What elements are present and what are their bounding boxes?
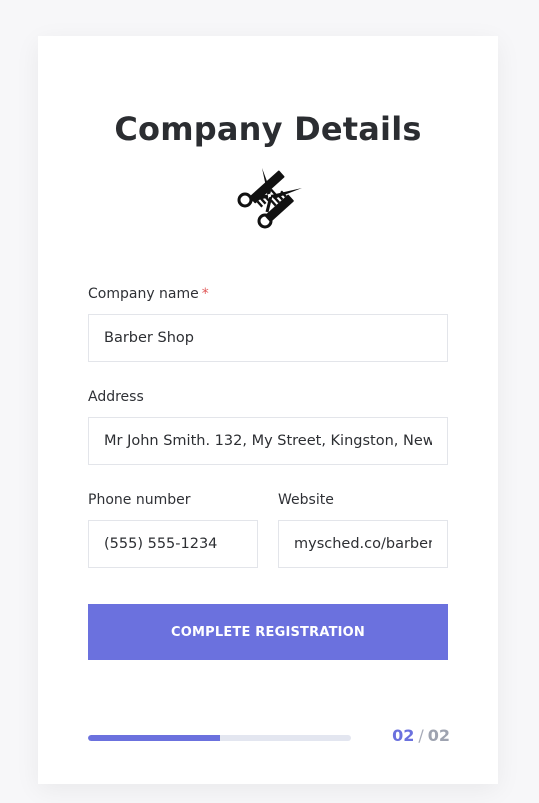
required-asterisk: *	[201, 286, 209, 302]
total-steps: 02	[427, 726, 450, 745]
phone-number-field[interactable]	[88, 520, 258, 568]
step-indicator: 02/02	[388, 726, 450, 745]
current-step: 02	[392, 726, 415, 745]
phone-number-label: Phone number	[88, 492, 191, 508]
progress-bar-fill	[88, 735, 220, 741]
step-separator: /	[418, 726, 424, 745]
address-label: Address	[88, 389, 144, 405]
address-field[interactable]	[88, 417, 448, 465]
website-label: Website	[278, 492, 334, 508]
company-name-field[interactable]	[88, 314, 448, 362]
progress-bar	[88, 735, 351, 741]
company-name-label-text: Company name	[88, 286, 199, 302]
page-title: Company Details	[114, 110, 422, 148]
website-field[interactable]	[278, 520, 448, 568]
scissors-comb-icon	[237, 168, 302, 229]
company-name-label: Company name *	[88, 286, 209, 302]
complete-registration-button[interactable]: COMPLETE REGISTRATION	[88, 604, 448, 660]
registration-card: Company Details Company name * Barber Sh…	[38, 36, 498, 784]
